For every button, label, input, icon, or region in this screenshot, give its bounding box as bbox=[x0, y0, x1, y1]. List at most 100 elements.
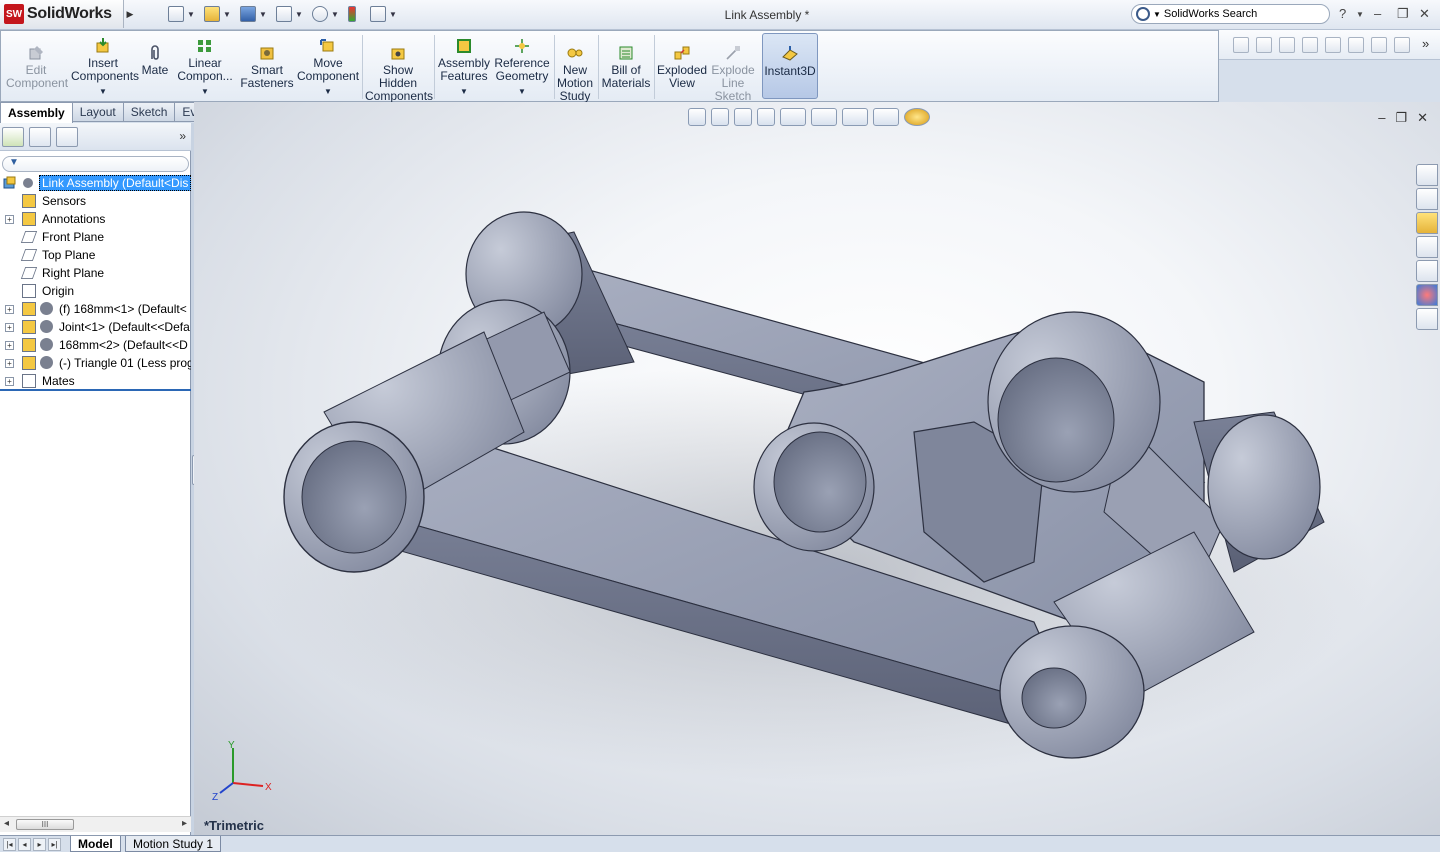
solidworks-resources-icon[interactable] bbox=[1416, 164, 1438, 186]
view-orientation-icon[interactable] bbox=[780, 108, 806, 126]
chevron-down-icon[interactable]: ▼ bbox=[295, 10, 303, 19]
assembly-features-button[interactable]: Assembly Features ▼ bbox=[437, 34, 491, 98]
expand-chevron-icon[interactable]: » bbox=[179, 129, 186, 143]
chevron-down-icon[interactable]: ▼ bbox=[259, 10, 267, 19]
rebuild-button[interactable] bbox=[348, 5, 356, 23]
table-icon[interactable] bbox=[1394, 37, 1410, 53]
explode-line-sketch-button[interactable]: Explode Line Sketch bbox=[711, 41, 755, 103]
graphics-area[interactable]: – ❐ ✕ Y X Z *Trimetric bbox=[194, 102, 1440, 835]
last-tab-icon[interactable]: ▸| bbox=[48, 838, 61, 851]
restore-viewport-button[interactable]: ❐ bbox=[1395, 110, 1407, 126]
tab-sketch[interactable]: Sketch bbox=[123, 102, 176, 122]
tree-item[interactable]: + Joint<1> (Default<<Defa bbox=[0, 318, 191, 336]
save-button[interactable]: ▼ bbox=[240, 5, 267, 23]
minimize-viewport-button[interactable]: – bbox=[1378, 110, 1385, 126]
zoom-to-fit-icon[interactable] bbox=[688, 108, 706, 126]
help-button[interactable]: ? bbox=[1339, 6, 1346, 21]
zoom-icon[interactable] bbox=[1233, 37, 1249, 53]
chevron-down-icon[interactable]: ▼ bbox=[223, 10, 231, 19]
chevron-down-icon[interactable]: ▼ bbox=[175, 85, 235, 98]
design-library-icon[interactable] bbox=[1416, 188, 1438, 210]
tree-item[interactable]: Right Plane bbox=[0, 264, 191, 282]
tree-item[interactable]: + (f) 168mm<1> (Default< bbox=[0, 300, 191, 318]
file-explorer-icon[interactable] bbox=[1416, 212, 1438, 234]
copy-icon[interactable] bbox=[1279, 37, 1295, 53]
menu-flyout-arrow[interactable]: ▶ bbox=[125, 4, 135, 24]
tree-item[interactable]: Origin bbox=[0, 282, 191, 300]
chevron-down-icon[interactable]: ▼ bbox=[297, 85, 359, 98]
expand-icon[interactable]: + bbox=[5, 377, 14, 386]
expand-icon[interactable]: + bbox=[5, 305, 14, 314]
tab-motion-study-1[interactable]: Motion Study 1 bbox=[125, 836, 222, 852]
configuration-manager-tab[interactable] bbox=[56, 127, 78, 147]
link-assembly-model[interactable] bbox=[194, 102, 1440, 835]
appearances-icon[interactable] bbox=[1416, 284, 1438, 306]
tree-item[interactable]: +168mm<2> (Default<<D bbox=[0, 336, 191, 354]
close-button[interactable]: ✕ bbox=[1419, 6, 1430, 22]
tree-item[interactable]: + Mates bbox=[0, 372, 191, 390]
chevron-down-icon[interactable]: ▼ bbox=[187, 10, 195, 19]
tab-layout[interactable]: Layout bbox=[72, 102, 124, 122]
tab-model[interactable]: Model bbox=[70, 836, 121, 852]
expand-icon[interactable]: + bbox=[5, 323, 14, 332]
previous-tab-icon[interactable]: ◂ bbox=[18, 838, 31, 851]
search-input[interactable]: SolidWorks Search bbox=[1164, 8, 1257, 20]
more-chevron-icon[interactable]: » bbox=[1422, 36, 1429, 51]
grid-icon[interactable] bbox=[1325, 37, 1341, 53]
tree-filter[interactable]: ▼ bbox=[2, 156, 189, 172]
open-button[interactable]: ▼ bbox=[204, 5, 231, 23]
chevron-down-icon[interactable]: ▼ bbox=[331, 10, 339, 19]
show-hidden-components-button[interactable]: Show Hidden Components bbox=[365, 41, 433, 103]
list-icon[interactable] bbox=[1256, 37, 1272, 53]
expand-icon[interactable]: + bbox=[5, 341, 14, 350]
chevron-down-icon[interactable]: ▼ bbox=[1356, 10, 1364, 19]
display-style-icon[interactable] bbox=[811, 108, 837, 126]
view-palette-icon[interactable] bbox=[1416, 260, 1438, 282]
property-manager-tab[interactable] bbox=[29, 127, 51, 147]
rollback-bar[interactable] bbox=[0, 389, 191, 391]
options-button[interactable]: ▼ bbox=[370, 5, 397, 23]
zoom-to-area-icon[interactable] bbox=[711, 108, 729, 126]
print-button[interactable]: ▼ bbox=[276, 5, 303, 23]
search-results-icon[interactable] bbox=[1416, 236, 1438, 258]
horizontal-scrollbar[interactable]: ◂ III ▸ bbox=[0, 816, 191, 832]
tree-item[interactable]: Top Plane bbox=[0, 246, 191, 264]
linear-pattern-button[interactable]: Linear Compon... ▼ bbox=[175, 34, 235, 98]
previous-view-icon[interactable] bbox=[734, 108, 752, 126]
layers-icon[interactable] bbox=[1371, 37, 1387, 53]
tree-item[interactable]: + (-) Triangle 01 (Less prog bbox=[0, 354, 191, 372]
scroll-thumb[interactable]: III bbox=[16, 819, 74, 830]
print-preview-icon[interactable] bbox=[1348, 37, 1364, 53]
chevron-down-icon[interactable]: ▼ bbox=[493, 85, 551, 98]
smart-fasteners-button[interactable]: Smart Fasteners bbox=[239, 41, 295, 90]
insert-components-button[interactable]: Insert Components ▼ bbox=[71, 34, 139, 98]
next-tab-icon[interactable]: ▸ bbox=[33, 838, 46, 851]
solidworks-search[interactable]: ▼ SolidWorks Search bbox=[1131, 4, 1330, 24]
edit-component-button[interactable]: Edit Component bbox=[6, 41, 68, 90]
tab-assembly[interactable]: Assembly bbox=[0, 102, 73, 123]
new-motion-study-button[interactable]: New Motion Study bbox=[556, 41, 594, 103]
bill-of-materials-button[interactable]: Bill of Materials bbox=[601, 41, 651, 90]
edit-icon[interactable] bbox=[1302, 37, 1318, 53]
exploded-view-button[interactable]: Exploded View bbox=[657, 41, 707, 90]
minimize-button[interactable]: – bbox=[1374, 6, 1381, 21]
edit-appearance-icon[interactable] bbox=[873, 108, 899, 126]
first-tab-icon[interactable]: |◂ bbox=[3, 838, 16, 851]
chevron-down-icon[interactable]: ▼ bbox=[389, 10, 397, 19]
restore-button[interactable]: ❐ bbox=[1397, 6, 1409, 22]
tree-item[interactable]: Sensors bbox=[0, 192, 191, 210]
scroll-right-icon[interactable]: ▸ bbox=[182, 818, 187, 829]
feature-manager-tab[interactable] bbox=[2, 127, 24, 147]
section-view-icon[interactable] bbox=[757, 108, 775, 126]
new-document-button[interactable]: ▼ bbox=[168, 5, 195, 23]
move-component-button[interactable]: Move Component ▼ bbox=[297, 34, 359, 98]
reference-geometry-button[interactable]: Reference Geometry ▼ bbox=[493, 34, 551, 98]
close-viewport-button[interactable]: ✕ bbox=[1417, 110, 1428, 126]
expand-icon[interactable]: + bbox=[5, 359, 14, 368]
tree-item[interactable]: Front Plane bbox=[0, 228, 191, 246]
undo-button[interactable]: ▼ bbox=[312, 5, 339, 23]
tree-root-assembly[interactable]: Link Assembly (Default<Dis bbox=[0, 174, 191, 192]
chevron-down-icon[interactable]: ▼ bbox=[437, 85, 491, 98]
solidworks-logo[interactable]: SW SolidWorks bbox=[0, 0, 124, 28]
hide-show-items-icon[interactable] bbox=[842, 108, 868, 126]
